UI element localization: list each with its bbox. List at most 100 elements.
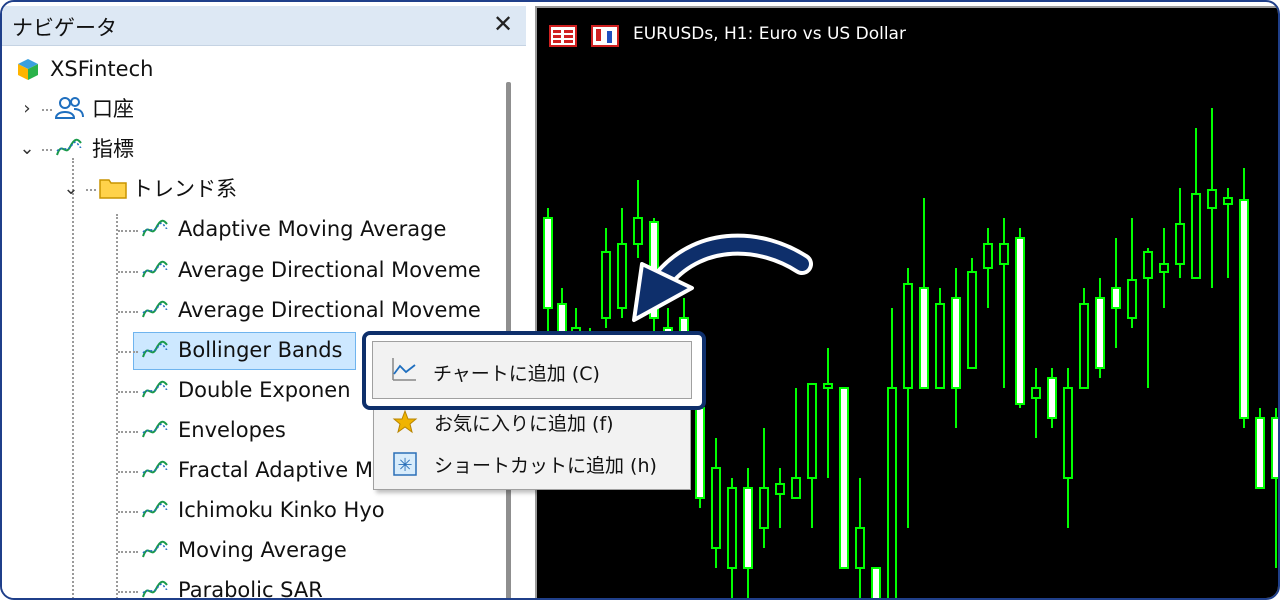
candle-body (935, 303, 945, 389)
tree-guide (118, 591, 138, 593)
indicator-icon (142, 540, 168, 558)
candle-body (887, 387, 897, 598)
folder-icon (99, 179, 127, 199)
list-item[interactable]: Average Directional Moveme (140, 292, 481, 328)
navigator-header: ナビゲータ ✕ (2, 6, 526, 46)
indicator-icon (142, 380, 168, 398)
tree-guide (118, 471, 138, 473)
menu-item-add-to-chart[interactable]: チャートに追加 (C) (372, 341, 692, 399)
candlestick-plot (543, 108, 1278, 598)
tree-root-xsfintech[interactable]: XSFintech (14, 51, 153, 87)
candle-body (759, 487, 769, 529)
indicator-icon (142, 420, 168, 438)
candle-body (1223, 197, 1233, 205)
indicator-icon (142, 260, 168, 278)
candle-body (999, 243, 1009, 265)
indicator-icon (142, 219, 168, 237)
xsfintech-logo-icon (18, 59, 38, 80)
tree-folder-trend[interactable]: トレンド系 (98, 170, 237, 206)
list-item-label: Average Directional Moveme (178, 298, 481, 322)
tree-guide (118, 271, 138, 273)
list-item-label: Fractal Adaptive M (178, 458, 373, 482)
chevron-right-icon[interactable]: › (18, 98, 36, 119)
list-item[interactable]: Parabolic SAR (140, 572, 323, 600)
candle-body (1255, 417, 1265, 489)
candle-body (1111, 287, 1121, 309)
candle-body (743, 487, 753, 569)
candle-body (1127, 279, 1137, 319)
tree-guide (118, 230, 138, 232)
list-item-label: Parabolic SAR (178, 578, 323, 600)
candle-body (633, 217, 643, 245)
candle-body (1191, 193, 1201, 279)
tree-guide (42, 149, 52, 151)
list-item[interactable]: Moving Average (140, 532, 347, 568)
tree-folder-label: トレンド系 (132, 177, 237, 201)
candle-body (695, 407, 705, 499)
tree-item-label: 指標 (92, 137, 134, 161)
candle-body (601, 251, 611, 319)
chevron-down-icon[interactable]: ⌄ (18, 138, 36, 159)
candle-body (839, 387, 849, 569)
indicator-icon (142, 500, 168, 518)
chart-line-icon (392, 358, 416, 381)
list-item-label: Average Directional Moveme (178, 258, 481, 282)
candle-body (983, 243, 993, 269)
list-item-label: Moving Average (178, 538, 347, 562)
chevron-down-icon[interactable]: ⌄ (62, 178, 80, 199)
chart-window[interactable]: EURUSDs, H1: Euro vs US Dollar (535, 6, 1278, 598)
list-item-label: Bollinger Bands (178, 338, 343, 362)
tree-guide (118, 431, 138, 433)
screenshot-frame: ナビゲータ ✕ XSFintech › 口座 ⌄ 指標 ⌄ トレンド系 Adap… (0, 0, 1280, 600)
candle-body (543, 217, 553, 309)
shortcut-icon: ✳ (393, 452, 417, 476)
candle-body (775, 483, 785, 495)
navigator-panel: ナビゲータ ✕ XSFintech › 口座 ⌄ 指標 ⌄ トレンド系 Adap… (2, 2, 528, 600)
candle-body (1079, 303, 1089, 389)
candle-body (1143, 251, 1153, 279)
tree-guide (118, 551, 138, 553)
list-item[interactable]: Average Directional Moveme (140, 252, 481, 288)
list-item-label: Ichimoku Kinko Hyo (178, 498, 385, 522)
tree-item-label: 口座 (92, 97, 134, 121)
list-item-label: Envelopes (178, 418, 286, 442)
candle-body (649, 221, 659, 319)
candle-body (871, 567, 881, 598)
candle-body (1239, 199, 1249, 419)
indicator-icon (142, 580, 168, 598)
tree-guide (118, 351, 138, 353)
candle-body (807, 383, 817, 479)
candle-body (1047, 377, 1057, 419)
candle-body (1207, 189, 1217, 209)
tree-item-account[interactable]: 口座 (54, 90, 134, 126)
candle-body (823, 383, 833, 389)
star-icon (392, 409, 418, 434)
candle-body (967, 271, 977, 369)
tree-item-indicators[interactable]: 指標 (54, 130, 134, 166)
list-item-selected[interactable]: Bollinger Bands (140, 332, 342, 368)
indicator-icon (142, 300, 168, 318)
menu-item-add-shortcut[interactable]: ✳ ショートカットに追加 (h) (374, 439, 690, 489)
list-item-label: Adaptive Moving Average (178, 217, 447, 241)
list-item[interactable]: Double Exponen (140, 372, 351, 408)
list-item[interactable]: Fractal Adaptive M (140, 452, 373, 488)
list-item[interactable]: Ichimoku Kinko Hyo (140, 492, 385, 528)
users-icon (54, 97, 84, 119)
candle-body (727, 487, 737, 569)
tree-guide (86, 189, 96, 191)
candle-body (617, 243, 627, 309)
tree-guide (72, 158, 74, 598)
tree-guide (118, 391, 138, 393)
candle-body (1031, 387, 1041, 399)
menu-item-label: お気に入りに追加 (f) (434, 413, 614, 435)
close-icon[interactable]: ✕ (490, 9, 516, 39)
candle-body (1159, 263, 1169, 273)
indicator-icon (142, 460, 168, 478)
list-item[interactable]: Adaptive Moving Average (140, 211, 446, 247)
list-item-label: Double Exponen (178, 378, 351, 402)
navigator-title: ナビゲータ (12, 16, 117, 40)
list-item[interactable]: Envelopes (140, 412, 286, 448)
candle-body (1175, 223, 1185, 265)
tree-guide (118, 511, 138, 513)
indicator-icon (142, 340, 168, 358)
